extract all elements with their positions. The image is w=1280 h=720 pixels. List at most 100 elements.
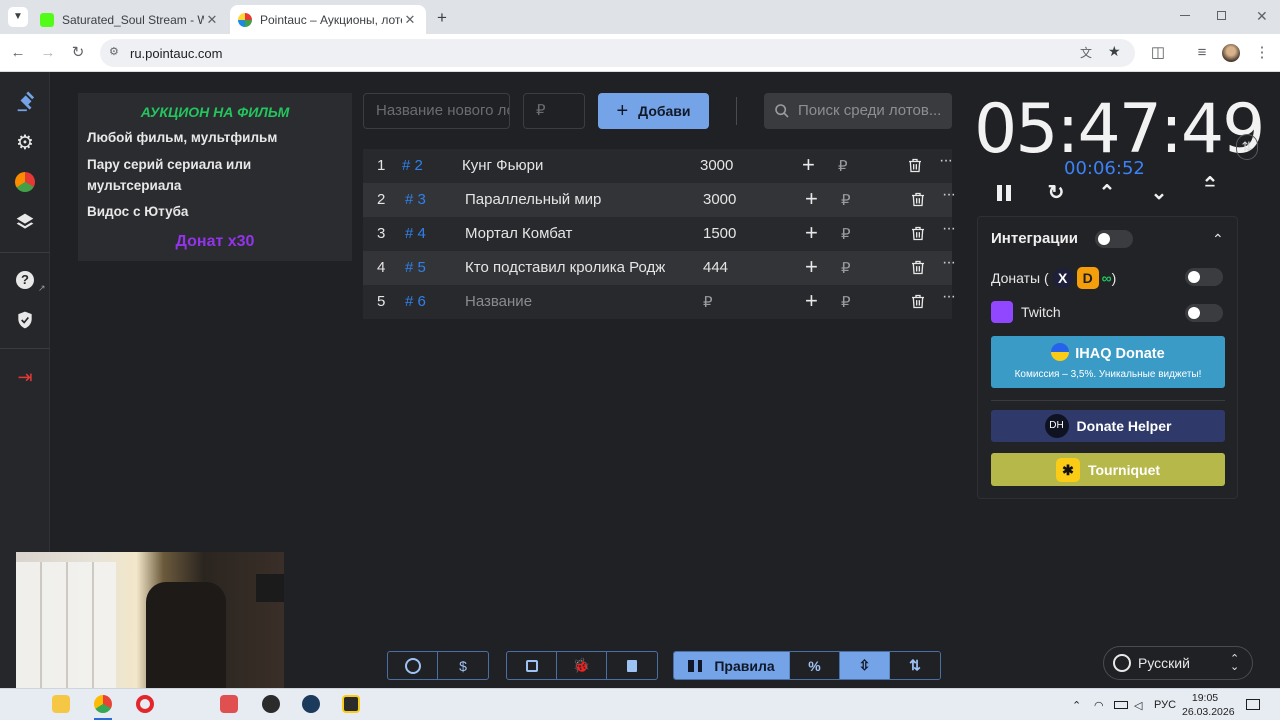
wifi-icon[interactable]: ◠ [1094,699,1104,712]
close-window-icon[interactable]: ✕ [1256,8,1268,25]
close-tab-icon[interactable]: ✕ [402,12,418,28]
lot-amount-input[interactable]: 3000 [700,157,733,174]
system-clock[interactable]: 19:05 26.03.2026 [1182,691,1235,719]
reset-timer-button[interactable]: ↻ [1043,180,1069,206]
pause-button[interactable] [991,180,1017,206]
media-controls-icon[interactable]: ≡ [1192,43,1212,63]
reload-icon[interactable]: ↻ [68,43,88,63]
rules-button[interactable]: Правила [674,652,790,679]
sidebar-item-logout[interactable]: ⇥ [13,365,37,389]
lot-row[interactable]: 5 # 6 Название ₽ ₽ + ··· [363,285,956,319]
lot-row[interactable]: 2 # 3 Параллельный мир 3000 ₽ + ··· [363,183,956,217]
auction-description-panel[interactable]: АУКЦИОН НА ФИЛЬМ Любой фильм, мультфильм… [78,93,352,261]
lot-row[interactable]: 1 # 2 Кунг Фьюри 3000 ₽ + ··· [363,149,953,183]
lot-amount-input[interactable]: 444 [703,259,728,276]
profile-avatar[interactable] [1222,44,1240,62]
github-button[interactable] [388,652,438,679]
new-lot-amount-input[interactable]: ₽ [523,93,585,129]
opera-icon[interactable] [136,695,154,713]
donate-helper-button[interactable]: DH Donate Helper [991,410,1225,442]
percent-button[interactable]: % [790,652,840,679]
input-language[interactable]: РУС [1154,699,1176,711]
double-time-button[interactable]: ⌃ ‾ [1197,175,1223,206]
lot-more-menu-icon[interactable]: ··· [939,152,953,170]
lot-add-amount-currency[interactable]: ₽ [841,191,851,209]
lot-amount-input[interactable]: 1500 [703,225,736,242]
sidebar-item-help[interactable]: ? [13,268,37,292]
extensions-icon[interactable]: ◫ [1148,43,1168,63]
clear-lots-button[interactable] [607,652,657,679]
back-icon[interactable]: ← [8,43,28,63]
add-to-lot-button[interactable]: + [802,152,815,178]
lot-amount-input[interactable]: ₽ [703,293,713,311]
close-tab-icon[interactable]: ✕ [204,12,220,28]
lot-row[interactable]: 4 # 5 Кто подставил кролика Роджера 444 ₽ + ··… [363,251,956,285]
browser-menu-icon[interactable]: ⋮ [1252,43,1272,63]
lot-name-input[interactable]: Кунг Фьюри [462,157,662,174]
lot-add-amount-currency[interactable]: ₽ [841,225,851,243]
lot-more-menu-icon[interactable]: ··· [942,254,956,272]
notifications-icon[interactable] [1246,699,1260,710]
tourniquet-button[interactable]: ✱ Tourniquet [991,453,1225,486]
integrations-toggle[interactable] [1095,230,1133,248]
add-to-lot-button[interactable]: + [805,220,818,246]
collapse-chevron-icon[interactable]: ⌃ [1212,231,1224,248]
file-explorer-icon[interactable] [52,695,70,713]
lot-name-input[interactable]: Кто подставил кролика Роджера [465,259,665,276]
delete-lot-icon[interactable] [910,191,926,212]
lot-search-input[interactable]: Поиск среди лотов... [764,93,952,129]
new-tab-button[interactable]: + [434,8,450,28]
new-lot-name-input[interactable]: Название нового лота [363,93,510,129]
tray-overflow-icon[interactable]: ⌃ [1072,699,1081,712]
add-to-lot-button[interactable]: + [805,254,818,280]
delete-lot-icon[interactable] [910,293,926,314]
lot-name-input[interactable]: Мортал Комбат [465,225,665,242]
steam-icon[interactable] [302,695,320,713]
save-button[interactable] [507,652,557,679]
app-icon[interactable] [342,695,360,713]
app-icon[interactable] [220,695,238,713]
lot-amount-input[interactable]: 3000 [703,191,736,208]
delete-lot-icon[interactable] [910,259,926,280]
twitch-toggle[interactable] [1185,304,1223,322]
translate-icon[interactable]: 文 [1080,44,1092,61]
lot-add-amount-currency[interactable]: ₽ [841,293,851,311]
subtract-time-button[interactable]: ⌄ [1146,180,1172,206]
language-select[interactable]: Русский ⌃ ⌄ [1103,646,1253,680]
volume-icon[interactable]: ◁ [1134,699,1142,712]
tab-kick-stream[interactable]: Saturated_Soul Stream - Watch ✕ [32,5,228,34]
tab-pointauc[interactable]: Pointauc – Аукционы, лотереи ✕ [230,5,426,34]
chrome-icon[interactable] [94,695,112,713]
forward-icon[interactable]: → [38,43,58,63]
address-bar[interactable]: ⚙ ru.pointauc.com 文 ★ [100,39,1135,67]
lot-row[interactable]: 3 # 4 Мортал Комбат 1500 ₽ + ··· [363,217,956,251]
tab-search-button[interactable]: ▼ [8,7,28,27]
lot-more-menu-icon[interactable]: ··· [942,288,956,306]
delete-lot-icon[interactable] [907,157,923,178]
add-time-button[interactable]: ⌃ [1094,180,1120,206]
add-to-lot-button[interactable]: + [805,186,818,212]
obs-icon[interactable] [262,695,280,713]
lot-name-input[interactable]: Параллельный мир [465,191,665,208]
swap-timer-button[interactable]: ⇅ [1236,134,1258,160]
site-settings-icon[interactable]: ⚙ [109,45,119,58]
sort-button[interactable]: ⇅ [890,652,940,679]
lot-more-menu-icon[interactable]: ··· [942,220,956,238]
maximize-window-icon[interactable] [1217,11,1226,20]
add-to-lot-button[interactable]: + [805,288,818,314]
sidebar-item-auction[interactable] [13,90,37,114]
sidebar-item-history[interactable] [13,210,37,234]
sidebar-item-settings[interactable]: ⚙ [13,130,37,154]
lot-more-menu-icon[interactable]: ··· [942,186,956,204]
minimize-window-icon[interactable] [1180,15,1190,16]
lot-add-amount-currency[interactable]: ₽ [841,259,851,277]
battery-icon[interactable] [1114,701,1128,709]
bookmark-star-icon[interactable]: ★ [1108,43,1121,60]
donations-toggle[interactable] [1185,268,1223,286]
compact-view-button[interactable]: ⇳ [840,652,890,679]
lot-name-input[interactable]: Название [465,293,665,310]
support-button[interactable]: $ [438,652,488,679]
report-bug-button[interactable]: 🐞 [557,652,607,679]
sidebar-item-privacy[interactable] [13,308,37,332]
delete-lot-icon[interactable] [910,225,926,246]
